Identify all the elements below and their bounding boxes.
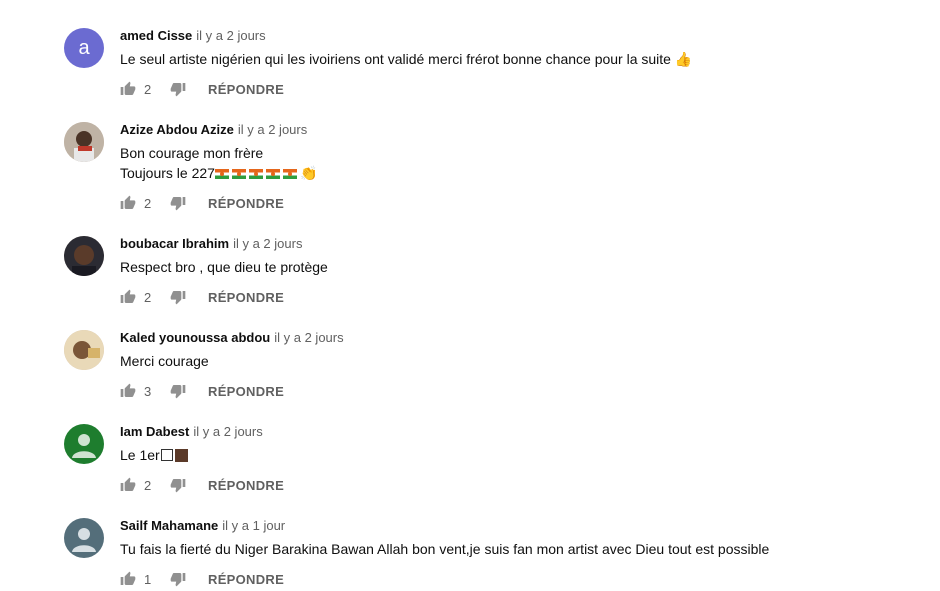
- comment-text: Bon courage mon frère Toujours le 227 👏: [120, 143, 920, 184]
- niger-flag-icon: [282, 169, 297, 179]
- reply-button[interactable]: RÉPONDRE: [208, 82, 284, 97]
- thumb-up-icon[interactable]: [120, 477, 136, 493]
- comment-actions: 2 RÉPONDRE: [120, 193, 284, 213]
- like-count: 2: [144, 81, 152, 97]
- niger-flag-icon: [214, 169, 229, 179]
- comment-header: Kaled younoussa abdou il y a 2 jours: [120, 329, 920, 347]
- comment-line: Toujours le 227: [120, 165, 215, 181]
- niger-flag-icon: [265, 169, 280, 179]
- author-name[interactable]: boubacar Ibrahim: [120, 236, 229, 251]
- user-photo-icon: [64, 330, 104, 370]
- brown-square-icon: [174, 449, 188, 462]
- thumb-up-icon[interactable]: [120, 81, 136, 97]
- timestamp[interactable]: il y a 2 jours: [193, 424, 262, 439]
- comment-header: boubacar Ibrahim il y a 2 jours: [120, 235, 920, 253]
- comment-actions: 2 RÉPONDRE: [120, 287, 284, 307]
- timestamp[interactable]: il y a 2 jours: [274, 330, 343, 345]
- timestamp[interactable]: il y a 2 jours: [196, 28, 265, 43]
- comment-header: Sailf Mahamane il y a 1 jour: [120, 517, 920, 535]
- comments-list: a amed Cisse il y a 2 jours Le seul artis…: [0, 0, 940, 591]
- comment-body: Sailf Mahamane il y a 1 jour Tu fais la f…: [120, 517, 920, 559]
- comment-body: boubacar Ibrahim il y a 2 jours Respect b…: [120, 235, 920, 277]
- comment-header: Azize Abdou Azize il y a 2 jours: [120, 121, 920, 139]
- reply-button[interactable]: RÉPONDRE: [208, 572, 284, 587]
- reply-button[interactable]: RÉPONDRE: [208, 478, 284, 493]
- comment-text: Tu fais la fierté du Niger Barakina Bawa…: [120, 539, 920, 559]
- comment-line: Bon courage mon frère: [120, 145, 264, 161]
- comment-line: Le 1er: [120, 447, 160, 463]
- comment-text: Le seul artiste nigérien qui les ivoirie…: [120, 49, 920, 69]
- thumb-up-icon[interactable]: [120, 289, 136, 305]
- reply-button[interactable]: RÉPONDRE: [208, 196, 284, 211]
- comment-text: Merci courage: [120, 351, 920, 371]
- comment-line: Respect bro , que dieu te protège: [120, 259, 328, 275]
- thumb-up-icon[interactable]: [120, 195, 136, 211]
- avatar[interactable]: [64, 330, 104, 370]
- thumb-down-icon[interactable]: [170, 195, 186, 211]
- avatar[interactable]: [64, 122, 104, 162]
- like-count: 1: [144, 571, 152, 587]
- thumb-up-icon[interactable]: [120, 383, 136, 399]
- like-count: 2: [144, 195, 152, 211]
- author-name[interactable]: Kaled younoussa abdou: [120, 330, 270, 345]
- comment-actions: 2 RÉPONDRE: [120, 475, 284, 495]
- thumb-down-icon[interactable]: [170, 383, 186, 399]
- comment-body: Iam Dabest il y a 2 jours Le 1er: [120, 423, 920, 465]
- comment-actions: 1 RÉPONDRE: [120, 569, 284, 589]
- like-count: 3: [144, 383, 152, 399]
- comment-body: Azize Abdou Azize il y a 2 jours Bon cour…: [120, 121, 920, 184]
- niger-flag-icon: [248, 169, 263, 179]
- comment-line-with-flags: Toujours le 227 👏: [120, 163, 920, 184]
- timestamp[interactable]: il y a 2 jours: [233, 236, 302, 251]
- user-photo-icon: [64, 236, 104, 276]
- comment-line-with-glyphs: Le 1er: [120, 445, 920, 465]
- thumb-up-icon[interactable]: [120, 571, 136, 587]
- comment-line: Tu fais la fierté du Niger Barakina Bawa…: [120, 541, 770, 557]
- thumb-down-icon[interactable]: [170, 571, 186, 587]
- comment-text: Respect bro , que dieu te protège: [120, 257, 920, 277]
- timestamp[interactable]: il y a 2 jours: [238, 122, 307, 137]
- comment-text: Le 1er: [120, 445, 920, 465]
- avatar[interactable]: a: [64, 28, 104, 68]
- comment-line: Le seul artiste nigérien qui les ivoirie…: [120, 51, 693, 67]
- author-name[interactable]: Iam Dabest: [120, 424, 189, 439]
- default-user-icon: [72, 434, 96, 458]
- thumb-down-icon[interactable]: [170, 81, 186, 97]
- author-name[interactable]: Sailf Mahamane: [120, 518, 218, 533]
- avatar[interactable]: [64, 518, 104, 558]
- avatar[interactable]: [64, 236, 104, 276]
- comment-body: Kaled younoussa abdou il y a 2 jours Merc…: [120, 329, 920, 371]
- default-user-icon: [72, 528, 96, 552]
- like-count: 2: [144, 477, 152, 493]
- comment-actions: 2 RÉPONDRE: [120, 79, 284, 99]
- thumb-down-icon[interactable]: [170, 289, 186, 305]
- author-name[interactable]: Azize Abdou Azize: [120, 122, 234, 137]
- timestamp[interactable]: il y a 1 jour: [222, 518, 285, 533]
- comment-header: amed Cisse il y a 2 jours: [120, 27, 920, 45]
- comment-line: Merci courage: [120, 353, 209, 369]
- comment-body: amed Cisse il y a 2 jours Le seul artiste…: [120, 27, 920, 69]
- reply-button[interactable]: RÉPONDRE: [208, 384, 284, 399]
- niger-flag-icon: [231, 169, 246, 179]
- missing-glyph-icon: [160, 449, 173, 461]
- clap-icon: 👏: [299, 166, 318, 182]
- comment-actions: 3 RÉPONDRE: [120, 381, 284, 401]
- thumb-down-icon[interactable]: [170, 477, 186, 493]
- like-count: 2: [144, 289, 152, 305]
- comment-header: Iam Dabest il y a 2 jours: [120, 423, 920, 441]
- avatar[interactable]: [64, 424, 104, 464]
- reply-button[interactable]: RÉPONDRE: [208, 290, 284, 305]
- user-photo-icon: [64, 122, 104, 162]
- author-name[interactable]: amed Cisse: [120, 28, 192, 43]
